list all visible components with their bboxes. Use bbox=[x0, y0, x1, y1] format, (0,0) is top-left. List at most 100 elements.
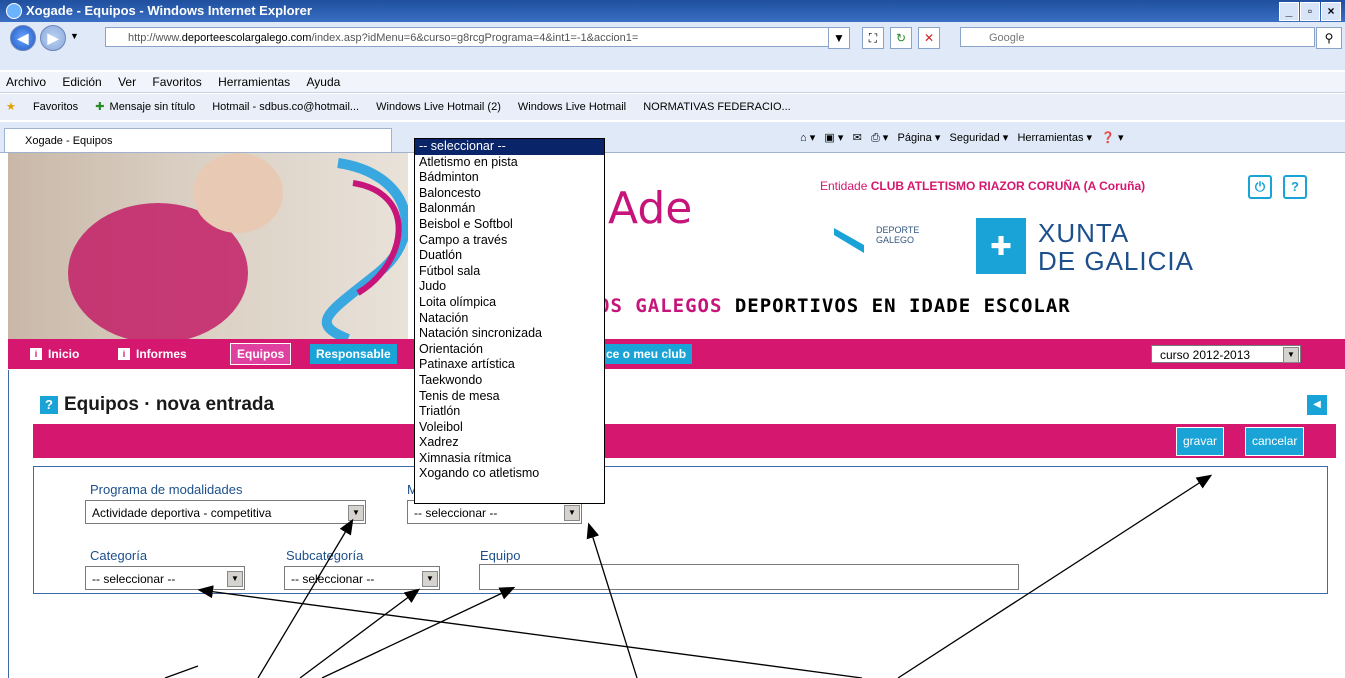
dropdown-option[interactable]: Ximnasia rítmica bbox=[415, 451, 604, 467]
save-button[interactable]: gravar bbox=[1176, 427, 1225, 456]
arrow-to-categoria-select bbox=[197, 585, 863, 678]
chevron-down-icon: ▼ bbox=[227, 571, 243, 587]
close-window-button[interactable]: × bbox=[1321, 2, 1341, 21]
nav-inicio[interactable]: i Inicio bbox=[30, 344, 79, 364]
dropdown-option[interactable]: Orientación bbox=[415, 342, 604, 358]
history-dropdown-icon[interactable]: ▼ bbox=[70, 31, 79, 41]
dropdown-option[interactable]: Xogando co atletismo bbox=[415, 466, 604, 482]
favorites-star-icon: ★ bbox=[6, 101, 16, 113]
dropdown-option[interactable]: Loita olímpica bbox=[415, 295, 604, 311]
print-icon[interactable]: ⎙ ▾ bbox=[871, 132, 888, 144]
favorites-button[interactable]: Favoritos bbox=[33, 101, 78, 113]
search-input[interactable]: Google bbox=[960, 27, 1315, 47]
help-icon[interactable]: ? bbox=[40, 395, 58, 414]
add-favorite-icon[interactable]: ✚ bbox=[95, 101, 104, 113]
dropdown-option[interactable]: Natación bbox=[415, 311, 604, 327]
compat-view-icon[interactable]: ⛶ bbox=[862, 27, 884, 49]
maximize-button[interactable]: ▫ bbox=[1300, 2, 1320, 21]
xunta-line1: XUNTA bbox=[1038, 218, 1130, 248]
fav-link-5[interactable]: NORMATIVAS FEDERACIO... bbox=[643, 101, 791, 113]
menu-edicion[interactable]: Edición bbox=[62, 75, 101, 89]
dropdown-option[interactable]: Campo a través bbox=[415, 233, 604, 249]
url-field[interactable]: http://www.deporteescolargalego.com/inde… bbox=[105, 27, 845, 47]
menu-archivo[interactable]: Archivo bbox=[6, 75, 46, 89]
categoria-select[interactable]: -- seleccionar -- ▼ bbox=[85, 566, 245, 590]
fav-link-4[interactable]: Windows Live Hotmail bbox=[518, 101, 626, 113]
nav-informes-label: Informes bbox=[136, 347, 187, 361]
fav-link-3[interactable]: Windows Live Hotmail (2) bbox=[376, 101, 501, 113]
curso-select[interactable]: curso 2012-2013 ▼ bbox=[1151, 345, 1301, 363]
search-placeholder: Google bbox=[989, 32, 1025, 44]
cancel-button[interactable]: cancelar bbox=[1245, 427, 1305, 456]
dropdown-option[interactable]: Baloncesto bbox=[415, 186, 604, 202]
menu-ver[interactable]: Ver bbox=[118, 75, 136, 89]
dropdown-option[interactable]: Atletismo en pista bbox=[415, 155, 604, 171]
tab-xogade-equipos[interactable]: Xogade - Equipos bbox=[4, 128, 392, 152]
url-path: /index.asp?idMenu=6&curso=g8rcgPrograma=… bbox=[311, 32, 639, 44]
dropdown-option[interactable]: Judo bbox=[415, 279, 604, 295]
menu-bar: Archivo Edición Ver Favoritos Herramient… bbox=[0, 72, 1345, 93]
xunta-line2: DE GALICIA bbox=[1038, 246, 1194, 276]
stop-icon[interactable]: ✕ bbox=[918, 27, 940, 49]
forward-button[interactable]: ▶ bbox=[40, 25, 66, 51]
url-domain: deporteescolargalego.com bbox=[181, 32, 312, 44]
subcategoria-label: Subcategoría bbox=[286, 548, 364, 563]
dropdown-option[interactable]: Fútbol sala bbox=[415, 264, 604, 280]
search-icon[interactable]: ⚲ bbox=[1316, 27, 1342, 49]
nav-equipos[interactable]: Equipos bbox=[230, 343, 292, 365]
nav-meu-club[interactable]: ce o meu club bbox=[600, 344, 693, 364]
dropdown-option[interactable]: Xadrez bbox=[415, 435, 604, 451]
cmd-herramientas[interactable]: Herramientas bbox=[1017, 132, 1083, 144]
fav-link-1[interactable]: Mensaje sin título bbox=[110, 101, 196, 113]
help-icon[interactable]: ❓ ▾ bbox=[1101, 132, 1123, 144]
dropdown-option[interactable]: Beisbol e Softbol bbox=[415, 217, 604, 233]
nav-inicio-label: Inicio bbox=[48, 347, 80, 361]
favorites-bar: ★ Favoritos ✚ Mensaje sin título Hotmail… bbox=[0, 94, 1345, 120]
nav-responsable-label: Responsable bbox=[316, 347, 391, 361]
fav-link-2[interactable]: Hotmail - sdbus.co@hotmail... bbox=[212, 101, 359, 113]
dropdown-option[interactable]: Duatlón bbox=[415, 248, 604, 264]
back-button[interactable]: ◀ bbox=[10, 25, 36, 51]
help-circle-icon[interactable]: ? bbox=[1283, 175, 1307, 199]
dropdown-option[interactable]: Patinaxe artística bbox=[415, 357, 604, 373]
dropdown-option[interactable]: -- seleccionar -- bbox=[415, 139, 604, 155]
programa-select[interactable]: Actividade deportiva - competitiva ▼ bbox=[85, 500, 366, 524]
dropdown-option[interactable]: Balonmán bbox=[415, 201, 604, 217]
chevron-down-icon: ▼ bbox=[422, 571, 438, 587]
minimize-button[interactable]: _ bbox=[1279, 2, 1299, 21]
dropdown-option[interactable]: Triatlón bbox=[415, 404, 604, 420]
nav-informes[interactable]: i Informes bbox=[118, 344, 187, 364]
header-ribbon-graphic bbox=[68, 153, 411, 339]
home-icon[interactable]: ⌂ ▾ bbox=[800, 132, 815, 144]
subcategoria-select[interactable]: -- seleccionar -- ▼ bbox=[284, 566, 440, 590]
categoria-value: -- seleccionar -- bbox=[92, 572, 176, 586]
collapse-left-icon[interactable]: ◀ bbox=[1307, 395, 1327, 415]
dropdown-option[interactable]: Voleibol bbox=[415, 420, 604, 436]
refresh-icon[interactable]: ↻ bbox=[890, 27, 912, 49]
equipo-input[interactable] bbox=[479, 564, 1019, 590]
menu-ayuda[interactable]: Ayuda bbox=[307, 75, 341, 89]
window-titlebar: Xogade - Equipos - Windows Internet Expl… bbox=[0, 0, 1345, 22]
cmd-pagina[interactable]: Página bbox=[898, 132, 932, 144]
deporte-galego-mark-icon bbox=[834, 228, 864, 253]
arrow-to-subcategoria-select bbox=[299, 588, 421, 678]
categoria-label: Categoría bbox=[90, 548, 148, 563]
menu-herramientas[interactable]: Herramientas bbox=[218, 75, 290, 89]
page-title-text: Equipos · nova entrada bbox=[64, 394, 275, 415]
mail-icon[interactable]: ✉ bbox=[853, 132, 862, 144]
tab-label: Xogade - Equipos bbox=[25, 135, 113, 147]
nav-responsable[interactable]: Responsable bbox=[310, 344, 397, 364]
dropdown-option[interactable]: Bádminton bbox=[415, 170, 604, 186]
cmd-seguridad[interactable]: Seguridad bbox=[950, 132, 1000, 144]
xunta-shield-icon: ✚ bbox=[976, 218, 1026, 274]
power-icon[interactable]: ⏻ bbox=[1248, 175, 1272, 199]
dropdown-option[interactable]: Taekwondo bbox=[415, 373, 604, 389]
menu-favoritos[interactable]: Favoritos bbox=[152, 75, 201, 89]
team-form: Programa de modalidades Actividade depor… bbox=[33, 466, 1328, 594]
feeds-icon[interactable]: ▣ ▾ bbox=[824, 132, 843, 144]
main-nav: i Inicio i Informes Equipos Responsable ce… bbox=[8, 339, 1345, 369]
url-dropdown-icon[interactable]: ▼ bbox=[828, 27, 850, 49]
modalidade-dropdown-list: -- seleccionar -- Atletismo en pista Bádmi… bbox=[414, 138, 605, 504]
dropdown-option[interactable]: Natación sincronizada bbox=[415, 326, 604, 342]
dropdown-option[interactable]: Tenis de mesa bbox=[415, 389, 604, 405]
